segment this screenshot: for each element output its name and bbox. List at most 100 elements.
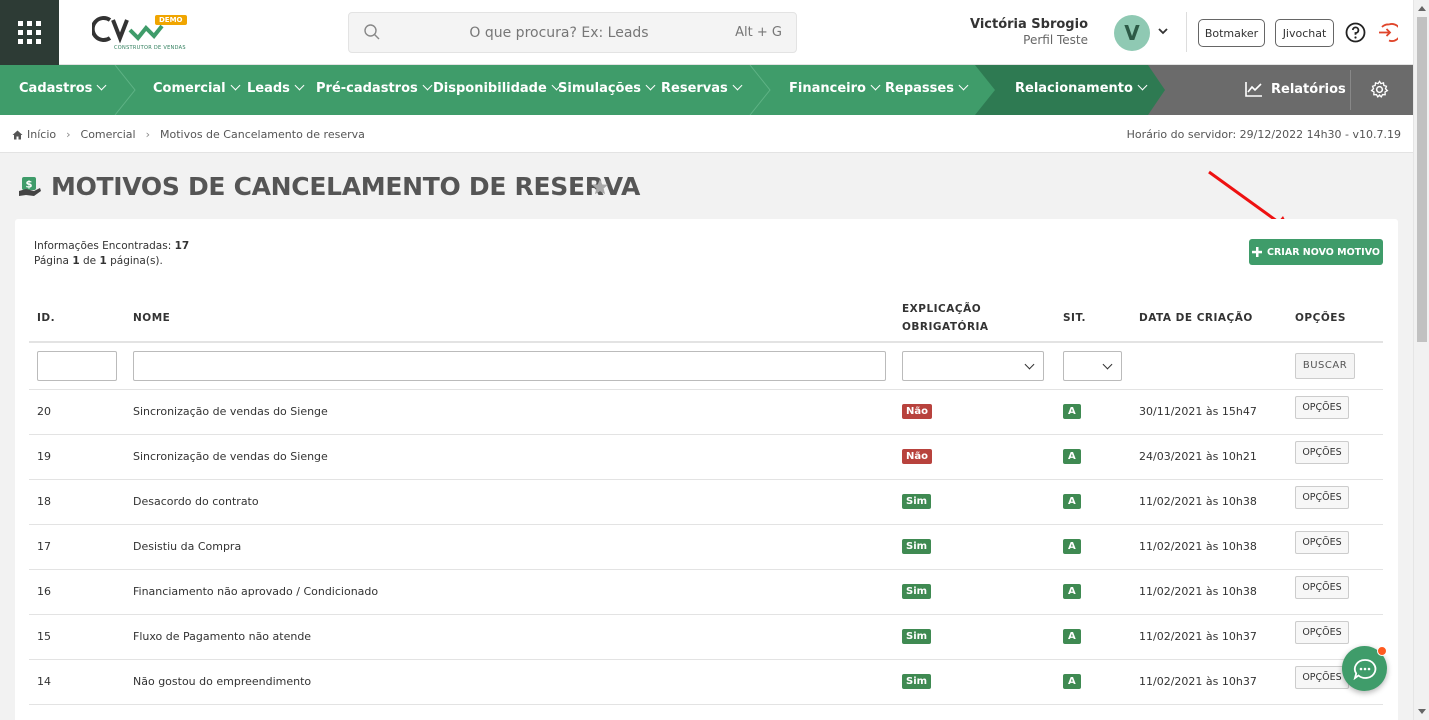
star-icon[interactable]	[591, 178, 609, 196]
filter-explicacao-select[interactable]	[902, 350, 1044, 381]
nav-divider	[1350, 70, 1351, 110]
scroll-down-icon[interactable]	[1418, 709, 1426, 714]
row-options-button[interactable]: OPÇÕES	[1295, 486, 1349, 509]
row-id: 18	[29, 479, 125, 525]
chevron-down-icon[interactable]	[1157, 25, 1169, 37]
header-id[interactable]: ID.	[29, 294, 125, 343]
table-row: 16 Financiamento não aprovado / Condicio…	[29, 569, 1383, 615]
content-card: Informações Encontradas: 17 Página 1 de …	[15, 219, 1398, 720]
filter-id-input[interactable]	[37, 350, 117, 381]
scrollbar-thumb[interactable]	[1417, 17, 1427, 342]
row-nome: Fluxo de Pagamento não atende	[125, 614, 894, 660]
global-search[interactable]: Alt + G	[348, 12, 797, 53]
row-options-button[interactable]: OPÇÕES	[1295, 666, 1349, 689]
row-options-button[interactable]: OPÇÕES	[1295, 621, 1349, 644]
status-badge-required: Sim	[902, 584, 932, 599]
nav-item-pre-cadastros[interactable]: Pré-cadastros	[316, 80, 433, 96]
nav-item-label: Comercial	[153, 81, 226, 96]
table-row: 17 Desistiu da Compra Sim A 11/02/2021 à…	[29, 524, 1383, 570]
header-divider	[1186, 12, 1187, 52]
user-name[interactable]: Victória Sbrogio	[970, 17, 1088, 32]
row-options-button[interactable]: OPÇÕES	[1295, 531, 1349, 554]
search-button[interactable]: BUSCAR	[1295, 352, 1355, 379]
row-options-button[interactable]: OPÇÕES	[1295, 396, 1349, 419]
nav-item-relacionamento[interactable]: Relacionamento	[1015, 80, 1148, 96]
nav-item-label: Disponibilidade	[433, 81, 547, 96]
search-icon	[364, 24, 380, 40]
status-badge-required: Sim	[902, 494, 932, 509]
create-new-reason-button[interactable]: CRIAR NOVO MOTIVO	[1249, 239, 1383, 265]
chevron-down-icon	[732, 80, 743, 91]
row-id: 19	[29, 434, 125, 480]
nav-item-label: Financeiro	[789, 81, 866, 96]
nav-item-reservas[interactable]: Reservas	[661, 80, 743, 96]
gear-icon[interactable]	[1370, 80, 1389, 99]
header-nome[interactable]: NOME	[125, 294, 894, 343]
header-explicacao[interactable]: EXPLICAÇÃO OBRIGATÓRIA	[894, 294, 1055, 343]
scroll-up-icon[interactable]	[1418, 6, 1426, 11]
nav-item-disponibilidade[interactable]: Disponibilidade	[433, 80, 562, 96]
apps-menu-button[interactable]	[0, 0, 59, 65]
status-badge-situation: A	[1063, 539, 1081, 554]
plus-icon	[1252, 247, 1263, 257]
chevron-down-icon	[230, 80, 241, 91]
info-found-count: 17	[174, 240, 190, 252]
logout-icon[interactable]	[1377, 22, 1398, 43]
chevron-right-icon: ›	[145, 128, 150, 141]
row-id: 20	[29, 389, 125, 435]
breadcrumb-bar: Início › Comercial › Motivos de Cancelam…	[0, 115, 1413, 153]
table-row: 20 Sincronização de vendas do Sienge Não…	[29, 389, 1383, 435]
row-options-button[interactable]: OPÇÕES	[1295, 576, 1349, 599]
jivochat-button[interactable]: Jivochat	[1275, 19, 1334, 47]
reasons-table: ID. NOME EXPLICAÇÃO OBRIGATÓRIA SIT. DATA…	[29, 294, 1383, 705]
nav-item-cadastros[interactable]: Cadastros	[19, 80, 107, 96]
chevron-right-icon: ›	[66, 128, 71, 141]
help-icon[interactable]	[1345, 22, 1366, 43]
status-badge-situation: A	[1063, 674, 1081, 689]
nav-item-label: Leads	[247, 81, 290, 96]
nav-item-leads[interactable]: Leads	[247, 80, 305, 96]
filter-nome-input[interactable]	[133, 350, 886, 381]
money-hand-icon: $	[19, 177, 41, 196]
breadcrumb-home[interactable]: Início	[12, 128, 56, 141]
row-nome: Financiamento não aprovado / Condicionad…	[125, 569, 894, 615]
header-sit[interactable]: SIT.	[1055, 294, 1131, 343]
breadcrumb-comercial[interactable]: Comercial	[81, 128, 136, 141]
breadcrumb-label: Início	[27, 128, 57, 141]
chevron-down-icon	[294, 80, 305, 91]
create-button-label: CRIAR NOVO MOTIVO	[1267, 246, 1380, 258]
botmaker-button[interactable]: Botmaker	[1198, 19, 1265, 47]
avatar[interactable]: V	[1114, 15, 1150, 51]
row-data: 11/02/2021 às 10h38	[1131, 569, 1287, 615]
info-page-of: de	[82, 255, 97, 267]
row-data: 11/02/2021 às 10h38	[1131, 479, 1287, 525]
cv-logo[interactable]: DEMO CONSTRUTOR DE VENDAS	[90, 12, 187, 54]
nav-item-relatorios[interactable]: Relatórios	[1245, 81, 1346, 97]
header-data[interactable]: DATA DE CRIAÇÃO	[1131, 294, 1287, 343]
chevron-down-icon	[96, 80, 107, 91]
status-badge-situation: A	[1063, 404, 1081, 419]
results-info: Informações Encontradas: 17 Página 1 de …	[34, 239, 189, 269]
header-opcoes: OPÇÕES	[1287, 294, 1383, 343]
row-options-button[interactable]: OPÇÕES	[1295, 441, 1349, 464]
table-row: 18 Desacordo do contrato Sim A 11/02/202…	[29, 479, 1383, 525]
info-found-label: Informações Encontradas:	[34, 240, 172, 252]
nav-item-label: Relacionamento	[1015, 81, 1133, 96]
server-time: Horário do servidor: 29/12/2022 14h30 - …	[1126, 128, 1401, 141]
nav-item-comercial[interactable]: Comercial	[153, 80, 241, 96]
nav-item-label: Simulações	[558, 81, 642, 96]
row-data: 24/03/2021 às 10h21	[1131, 434, 1287, 480]
header-explicacao-line1: EXPLICAÇÃO	[902, 302, 982, 315]
filter-sit-select[interactable]	[1063, 350, 1122, 381]
page-scrollbar[interactable]	[1413, 0, 1429, 720]
row-nome: Desistiu da Compra	[125, 524, 894, 570]
nav-item-simulacoes[interactable]: Simulações	[558, 80, 656, 96]
chevron-down-icon	[422, 80, 433, 91]
breadcrumb-current: Motivos de Cancelamento de reserva	[160, 128, 365, 141]
svg-text:$: $	[26, 180, 33, 191]
nav-item-financeiro[interactable]: Financeiro	[789, 80, 881, 96]
chevron-down-icon	[870, 80, 881, 91]
row-data: 11/02/2021 às 10h37	[1131, 659, 1287, 705]
nav-item-repasses[interactable]: Repasses	[885, 80, 969, 96]
search-input[interactable]	[409, 23, 709, 43]
